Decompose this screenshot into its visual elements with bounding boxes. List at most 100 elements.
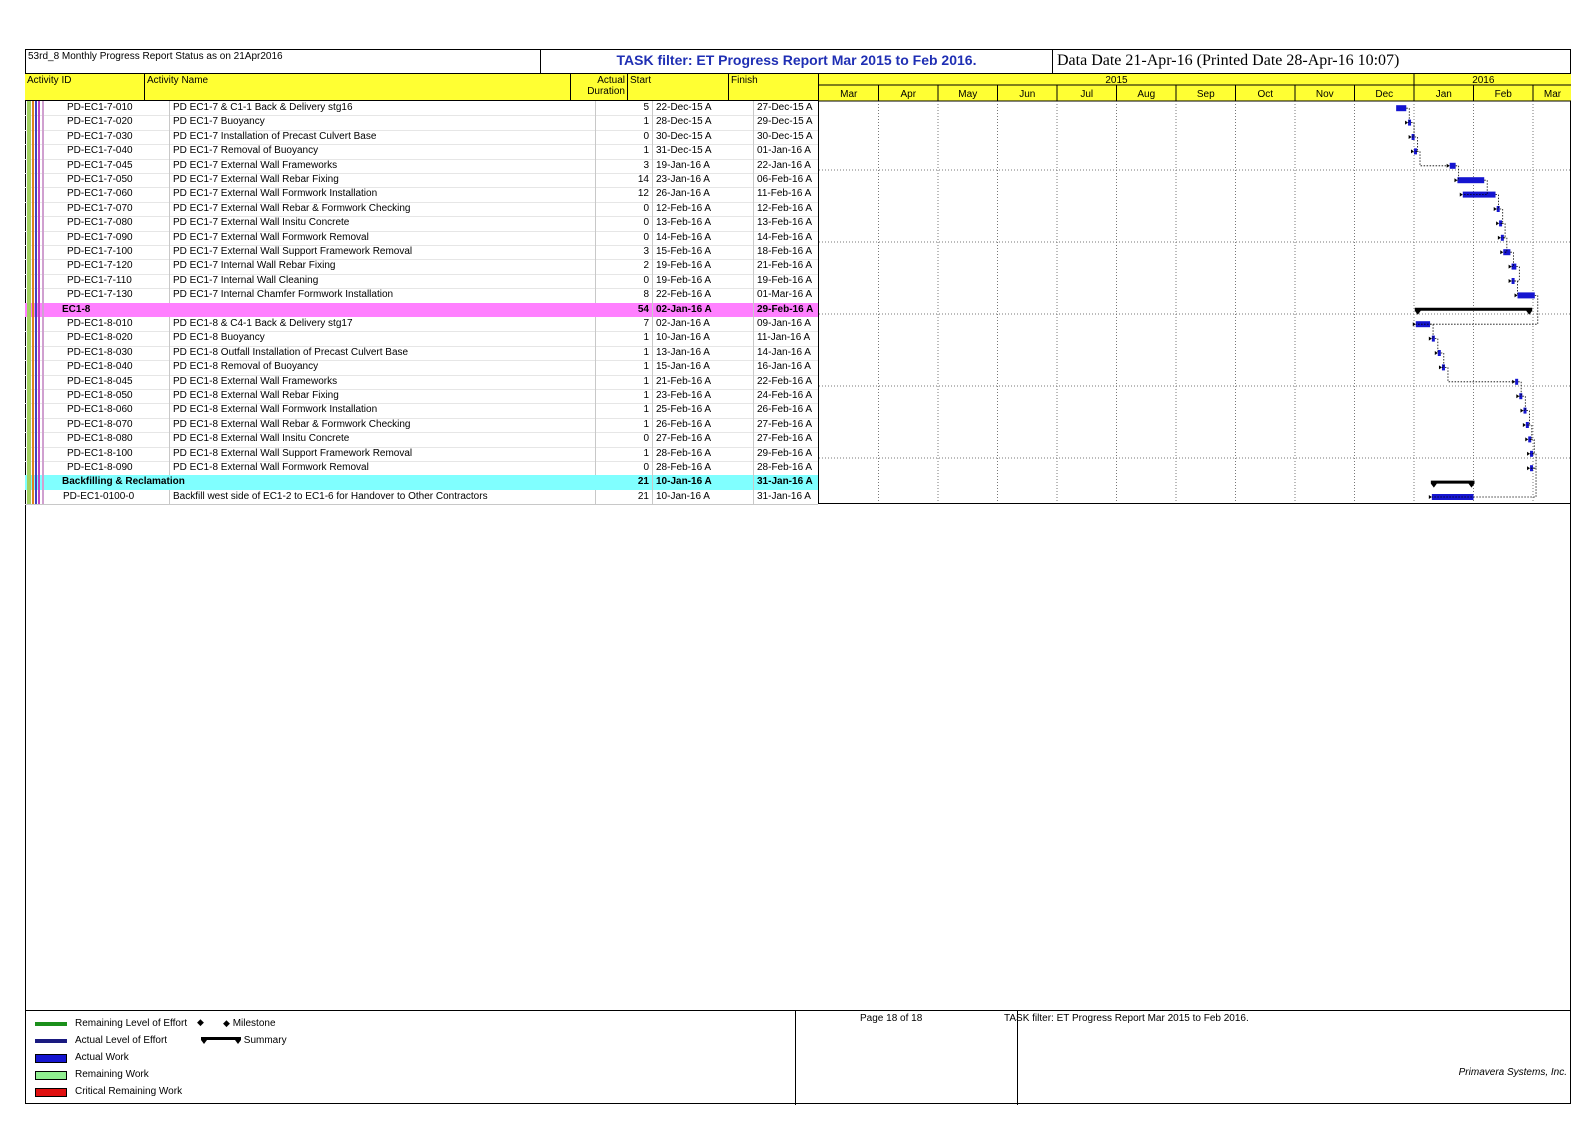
start-cell: 02-Jan-16 A (653, 302, 754, 317)
timescale-header (819, 74, 1571, 101)
activity-name-cell: PD EC1-7 External Wall Insitu Concrete (170, 216, 596, 231)
activity-id-cell: PD-EC1-8-020 (52, 331, 170, 346)
footer-task-filter: TASK filter: ET Progress Report Mar 2015… (1004, 1013, 1249, 1024)
table-row[interactable]: PD-EC1-8-050 PD EC1-8 External Wall Rebar… (25, 389, 818, 405)
finish-cell: 29-Feb-16 A (757, 303, 814, 315)
table-row[interactable]: PD-EC1-8-080 PD EC1-8 External Wall Insit… (25, 432, 818, 448)
legend-swatch (35, 1054, 67, 1063)
legend-swatch (35, 1071, 67, 1080)
start-cell: 31-Dec-15 A (653, 144, 754, 159)
duration-cell: 1 (596, 417, 653, 433)
year-label: 2015 (1105, 75, 1128, 86)
activity-name-cell: PD EC1-7 External Wall Formwork Installa… (170, 187, 596, 202)
start-cell: 28-Feb-16 A (653, 446, 754, 461)
outline-bars (25, 259, 52, 274)
relationship-arrow (1512, 379, 1516, 384)
start-cell: 22-Feb-16 A (653, 288, 754, 303)
outline-bars (25, 461, 52, 476)
activity-id-cell: PD-EC1-8-045 (52, 374, 170, 389)
table-row[interactable]: PD-EC1-8-090 PD EC1-8 External Wall Formw… (25, 461, 818, 477)
company-name: Primavera Systems, Inc. (1458, 1067, 1567, 1078)
start-cell: 02-Jan-16 A (653, 317, 754, 332)
table-row[interactable]: PD-EC1-7-070 PD EC1-7 External Wall Rebar… (25, 201, 818, 218)
column-header-activity-id[interactable]: Activity ID (25, 74, 145, 100)
outline-bars (25, 489, 52, 505)
finish-cell: 27-Feb-16 A (757, 418, 813, 430)
activity-id-cell: PD-EC1-8-030 (52, 345, 170, 361)
activity-id-cell: PD-EC1-7-050 (52, 173, 170, 188)
column-header-finish[interactable]: Finish (729, 74, 818, 100)
table-row[interactable]: PD-EC1-7-045 PD EC1-7 External Wall Frame… (25, 158, 818, 174)
duration-cell: 1 (596, 144, 653, 159)
table-row[interactable]: PD-EC1-8-030 PD EC1-8 Outfall Installatio… (25, 345, 818, 362)
actual-work-bar (1457, 177, 1485, 184)
outline-bars (25, 187, 52, 202)
start-cell: 21-Feb-16 A (653, 374, 754, 389)
table-row[interactable]: PD-EC1-8-010 PD EC1-8 & C4-1 Back & Deliv… (25, 317, 818, 333)
finish-cell: 31-Jan-16 A (757, 490, 811, 502)
start-cell: 13-Feb-16 A (653, 216, 754, 231)
finish-cell: 24-Feb-16 A (757, 390, 813, 401)
activity-id-cell: PD-EC1-8-070 (52, 417, 170, 433)
table-row[interactable]: PD-EC1-7-060 PD EC1-7 External Wall Formw… (25, 187, 818, 203)
task-filter-title: TASK filter: ET Progress Report Mar 2015… (541, 49, 1053, 74)
column-header-actual-duration[interactable]: Actual Duration (571, 74, 628, 100)
table-row[interactable]: PD-EC1-0100-0 Backfill west side of EC1-2… (25, 489, 818, 506)
column-header-activity-name[interactable]: Activity Name (145, 74, 571, 100)
activity-name-cell: PD EC1-8 External Wall Frameworks (170, 374, 596, 389)
finish-cell: 29-Feb-16 A (757, 447, 813, 459)
finish-cell: 28-Feb-16 A (757, 462, 813, 473)
table-row[interactable]: PD-EC1-8-060 PD EC1-8 External Wall Formw… (25, 403, 818, 419)
table-row[interactable]: PD-EC1-7-050 PD EC1-7 External Wall Rebar… (25, 173, 818, 189)
group-row[interactable]: EC1-8 54 02-Jan-16 A 29-Feb-16 A (25, 302, 818, 317)
outline-bars (25, 403, 52, 418)
relationship-arrow (1408, 135, 1412, 139)
activity-id-cell: PD-EC1-7-060 (52, 187, 170, 202)
duration-cell: 1 (596, 374, 653, 389)
start-cell: 10-Jan-16 A (653, 331, 754, 346)
group-label: Backfilling & Reclamation (62, 476, 185, 488)
activity-id-cell: PD-EC1-7-070 (52, 201, 170, 217)
relationship-arrow (1500, 250, 1504, 255)
activity-name-cell: PD EC1-8 & C4-1 Back & Delivery stg17 (170, 317, 596, 332)
legend-milestone-label: Milestone (232, 1018, 276, 1029)
table-row[interactable]: PD-EC1-7-040 PD EC1-7 Removal of Buoyancy… (25, 144, 818, 160)
page-number: Page 18 of 18 (860, 1013, 923, 1024)
table-row[interactable]: PD-EC1-7-130 PD EC1-7 Internal Chamfer Fo… (25, 288, 818, 304)
relationship-arrow (1522, 423, 1526, 427)
month-label: Oct (1257, 89, 1273, 100)
table-row[interactable]: PD-EC1-8-020 PD EC1-8 Buoyancy 1 10-Jan-16 … (25, 331, 818, 347)
legend-footer: Remaining Level of Effort Actual Level of… (25, 1010, 1571, 1105)
table-row[interactable]: PD-EC1-7-010 PD EC1-7 & C1-1 Back & Deliv… (25, 101, 818, 117)
activity-name-cell: PD EC1-7 Internal Chamfer Formwork Insta… (170, 288, 596, 303)
relationship-arrow (1459, 192, 1463, 197)
table-row[interactable]: PD-EC1-8-070 PD EC1-8 External Wall Rebar… (25, 417, 818, 434)
relationship-arrow (1454, 178, 1458, 183)
duration-cell: 1 (596, 389, 653, 404)
activity-name-cell: Backfill west side of EC1-2 to EC1-6 for… (170, 489, 596, 505)
month-label: Sep (1197, 89, 1215, 100)
table-row[interactable]: PD-EC1-8-040 PD EC1-8 Removal of Buoyancy… (25, 360, 818, 376)
table-row[interactable]: PD-EC1-8-100 PD EC1-8 External Wall Suppo… (25, 446, 818, 462)
outline-bars (25, 331, 52, 346)
table-row[interactable]: PD-EC1-8-045 PD EC1-8 External Wall Frame… (25, 374, 818, 390)
activity-id-cell: PD-EC1-7-100 (52, 245, 170, 260)
table-row[interactable]: PD-EC1-7-120 PD EC1-7 Internal Wall Rebar… (25, 259, 818, 275)
table-row[interactable]: PD-EC1-7-080 PD EC1-7 External Wall Insit… (25, 216, 818, 232)
month-label: Mar (1544, 89, 1562, 100)
activity-id-cell: PD-EC1-7-110 (52, 273, 170, 289)
table-row[interactable]: PD-EC1-7-020 PD EC1-7 Buoyancy 1 28-Dec-15 … (25, 115, 818, 131)
duration-cell: 0 (596, 129, 653, 145)
column-header-start[interactable]: Start (628, 74, 729, 100)
duration-cell: 14 (596, 173, 653, 188)
activity-name-cell: PD EC1-7 External Wall Rebar & Formwork … (170, 201, 596, 217)
table-row[interactable]: PD-EC1-7-090 PD EC1-7 External Wall Formw… (25, 230, 818, 246)
start-cell: 23-Feb-16 A (653, 389, 754, 404)
activity-name-cell: PD EC1-8 External Wall Rebar Fixing (170, 389, 596, 404)
activity-name-cell: PD EC1-8 External Wall Rebar & Formwork … (170, 417, 596, 433)
table-row[interactable]: PD-EC1-7-030 PD EC1-7 Installation of Pre… (25, 129, 818, 146)
table-row[interactable]: PD-EC1-7-100 PD EC1-7 External Wall Suppo… (25, 245, 818, 261)
outline-bars (25, 345, 52, 361)
group-row[interactable]: Backfilling & Reclamation 21 10-Jan-16 A 31… (25, 475, 818, 490)
table-row[interactable]: PD-EC1-7-110 PD EC1-7 Internal Wall Clean… (25, 273, 818, 290)
